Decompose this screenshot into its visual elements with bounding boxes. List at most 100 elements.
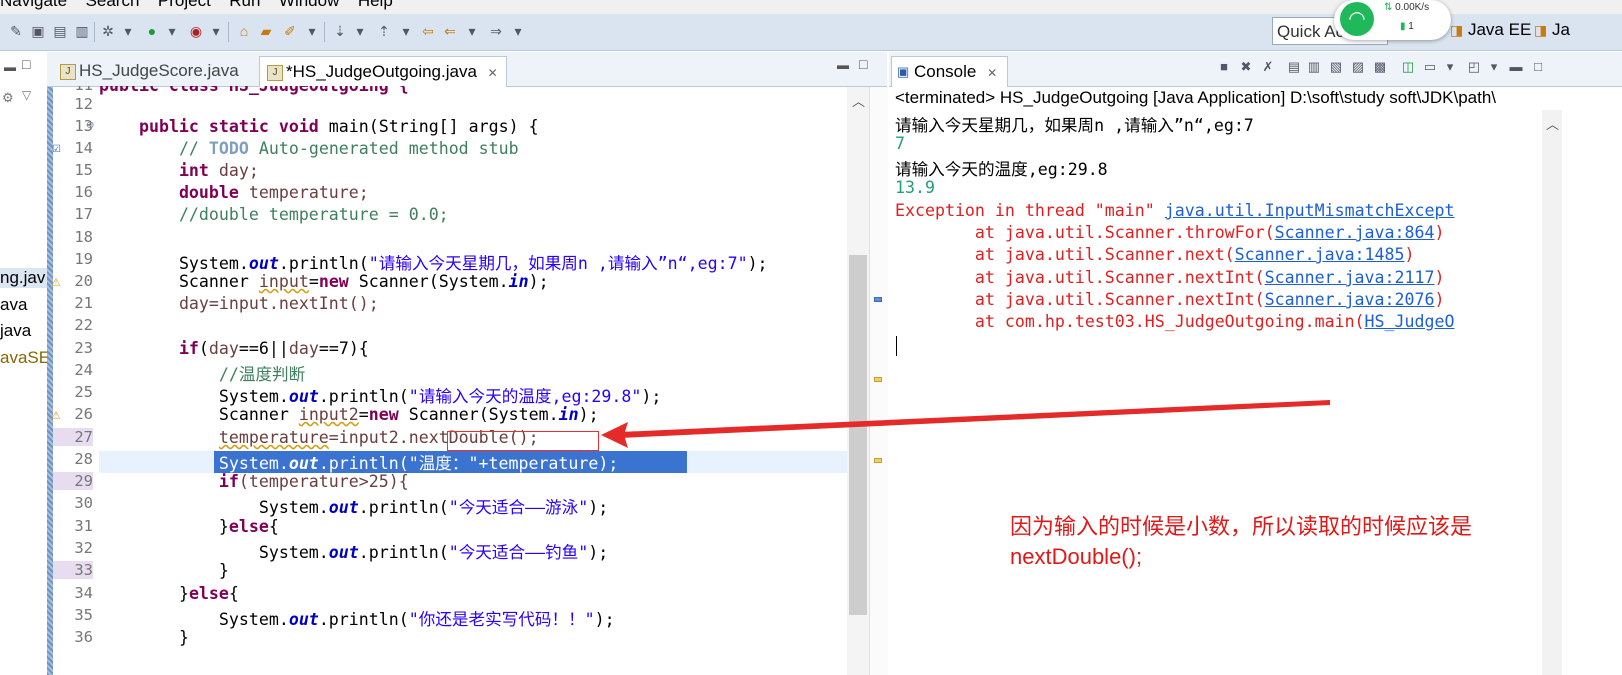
chevron-down-icon[interactable]: ▾	[120, 23, 136, 39]
forward-icon[interactable]: ⇒	[488, 23, 504, 39]
code-line-33[interactable]: }	[99, 561, 229, 580]
code-line-28[interactable]: System.out.println("温度："+temperature);	[99, 450, 618, 474]
prev-annotation-icon[interactable]: ⇡	[376, 23, 392, 39]
code-line-13[interactable]: public static void main(String[] args) {	[99, 117, 539, 136]
code-line-36[interactable]: }	[99, 628, 189, 647]
tab-hs-judgescore[interactable]: J HS_JudgeScore.java	[53, 56, 247, 86]
stack-link[interactable]: HS_JudgeO	[1365, 312, 1455, 331]
close-icon[interactable]: ✕	[987, 66, 997, 80]
remove-launch-icon[interactable]: ✖	[1239, 60, 1253, 74]
minimize-icon[interactable]: ▬	[837, 58, 849, 72]
code-line-15[interactable]: int day;	[99, 161, 259, 180]
menu-navigate[interactable]: Navigate	[0, 0, 67, 10]
code-line-34[interactable]: }else{	[99, 584, 239, 603]
menu-search[interactable]: Search	[86, 0, 140, 10]
menu-window[interactable]: Window	[279, 0, 339, 10]
display-console-icon[interactable]: ▭	[1423, 60, 1437, 74]
save-icon[interactable]: ▣	[30, 23, 46, 39]
new-icon[interactable]: ✎	[8, 23, 24, 39]
line-number: 15	[74, 161, 93, 179]
fold-icon[interactable]: ⊖	[86, 120, 94, 131]
code-line-30[interactable]: System.out.println("今天适合——游泳");	[99, 494, 608, 518]
menu-run[interactable]: Run	[229, 0, 260, 10]
view-menu-icon[interactable]: ⚙	[2, 90, 14, 106]
overview-mark[interactable]	[874, 377, 882, 382]
save-all-icon[interactable]: ▤	[52, 23, 68, 39]
perspective-java-button[interactable]: ◨ Ja	[1534, 20, 1570, 40]
perspective-javaee-button[interactable]: ◨ Java EE	[1450, 20, 1531, 40]
chevron-down-icon[interactable]: ▾	[164, 23, 180, 39]
code-line-32[interactable]: System.out.println("今天适合——钓鱼");	[99, 539, 608, 563]
chevron-down-icon[interactable]: ▾	[352, 23, 368, 39]
overview-mark[interactable]	[874, 458, 882, 463]
chevron-down-icon[interactable]: ▾	[398, 23, 414, 39]
open-type-icon[interactable]: ⌂	[236, 23, 252, 39]
code-line-19[interactable]: System.out.println("请输入今天星期几，如果周n ,请输入”n…	[99, 250, 768, 274]
open-console-icon[interactable]: ◰	[1467, 60, 1481, 74]
console-scrollbar[interactable]: ︿	[1542, 110, 1562, 675]
terminate-icon[interactable]: ■	[1217, 60, 1231, 74]
chevron-down-icon[interactable]: ▾	[208, 23, 224, 39]
scroll-up-icon[interactable]: ︿	[1546, 114, 1559, 133]
chevron-down-icon[interactable]: ▾	[1487, 60, 1501, 74]
back-icon[interactable]: ⇐	[442, 23, 458, 39]
open-task-icon[interactable]: ✐	[282, 23, 298, 39]
pin-console-icon[interactable]: ◫	[1401, 60, 1415, 74]
code-line-24[interactable]: //温度判断	[99, 361, 305, 385]
code-line-35[interactable]: System.out.println("你还是老实写代码！！");	[99, 606, 615, 630]
scroll-up-icon[interactable]: ︿	[852, 91, 865, 110]
code-line-20[interactable]: Scanner input=new Scanner(System.in);	[99, 272, 549, 291]
exception-link[interactable]: java.util.InputMismatchExcept	[1165, 201, 1455, 220]
menu-project[interactable]: Project	[158, 0, 211, 10]
stack-link[interactable]: Scanner.java:1485	[1235, 245, 1405, 264]
close-icon[interactable]: ✕	[488, 66, 498, 80]
code-line-14[interactable]: // TODO Auto-generated method stub	[99, 139, 519, 158]
chevron-down-icon[interactable]: ▾	[464, 23, 480, 39]
stack-link[interactable]: Scanner.java:2076	[1265, 290, 1435, 309]
open-folder-icon[interactable]: ▰	[258, 23, 274, 39]
editor-scroll-thumb[interactable]	[849, 255, 867, 615]
code-static-field: out	[248, 254, 279, 273]
code-line-26[interactable]: Scanner input2=new Scanner(System.in);	[99, 405, 599, 424]
menu-help[interactable]: Help	[358, 0, 393, 10]
last-edit-icon[interactable]: ⇦	[420, 23, 436, 39]
show-stdout-icon[interactable]: ▨	[1351, 60, 1365, 74]
code-line-17[interactable]: //double temperature = 0.0;	[99, 205, 449, 224]
show-stderr-icon[interactable]: ▩	[1373, 60, 1387, 74]
code-line-16[interactable]: double temperature;	[99, 183, 369, 202]
external-tools-icon[interactable]: ◉	[188, 23, 204, 39]
chevron-down-icon[interactable]: ▾	[304, 23, 320, 39]
remove-all-icon[interactable]: ✗	[1261, 60, 1275, 74]
package-item[interactable]: java	[0, 321, 31, 341]
code-line-31[interactable]: }else{	[99, 517, 279, 536]
chevron-down-icon[interactable]: ▾	[1443, 60, 1457, 74]
print-icon[interactable]: ▥	[74, 23, 90, 39]
code-line-21[interactable]: day=input.nextInt();	[99, 294, 379, 313]
code-line-25[interactable]: System.out.println("请输入今天的温度,eg:29.8");	[99, 383, 661, 407]
tab-console[interactable]: ▣ Console ✕	[891, 56, 1009, 87]
maximize-icon[interactable]: □	[1531, 60, 1545, 74]
next-annotation-icon[interactable]: ⇣	[332, 23, 348, 39]
scroll-lock-icon[interactable]: ▥	[1307, 60, 1321, 74]
tab-hs-judgeoutgoing[interactable]: J *HS_JudgeOutgoing.java ✕	[259, 56, 507, 87]
chevron-down-icon[interactable]: ▽	[22, 88, 31, 102]
package-item[interactable]: ng.jav	[0, 268, 47, 288]
run-icon[interactable]: ●	[144, 23, 160, 39]
stack-link[interactable]: Scanner.java:2117	[1265, 268, 1435, 287]
word-wrap-icon[interactable]: ▧	[1329, 60, 1343, 74]
maximize-icon[interactable]: □	[22, 56, 30, 72]
stack-link[interactable]: Scanner.java:864	[1275, 223, 1435, 242]
package-item[interactable]: ava	[0, 295, 27, 315]
minimize-icon[interactable]: ▬	[1509, 60, 1523, 74]
debug-icon[interactable]: ✲	[100, 23, 116, 39]
minimize-icon[interactable]: ▬	[4, 60, 16, 74]
clear-console-icon[interactable]: ▤	[1287, 60, 1301, 74]
maximize-icon[interactable]: □	[859, 56, 867, 72]
code-text: );	[528, 272, 549, 291]
overview-mark[interactable]	[874, 297, 882, 302]
package-item[interactable]: avaSE	[0, 348, 50, 368]
code-line-23[interactable]: if(day==6||day==7){	[99, 339, 369, 358]
code-line-29[interactable]: if(temperature>25){	[99, 472, 409, 491]
network-speed-widget[interactable]: ◠ ⇅ 0.00K/s ▮ 1	[1334, 0, 1451, 40]
chevron-down-icon[interactable]: ▾	[510, 23, 526, 39]
